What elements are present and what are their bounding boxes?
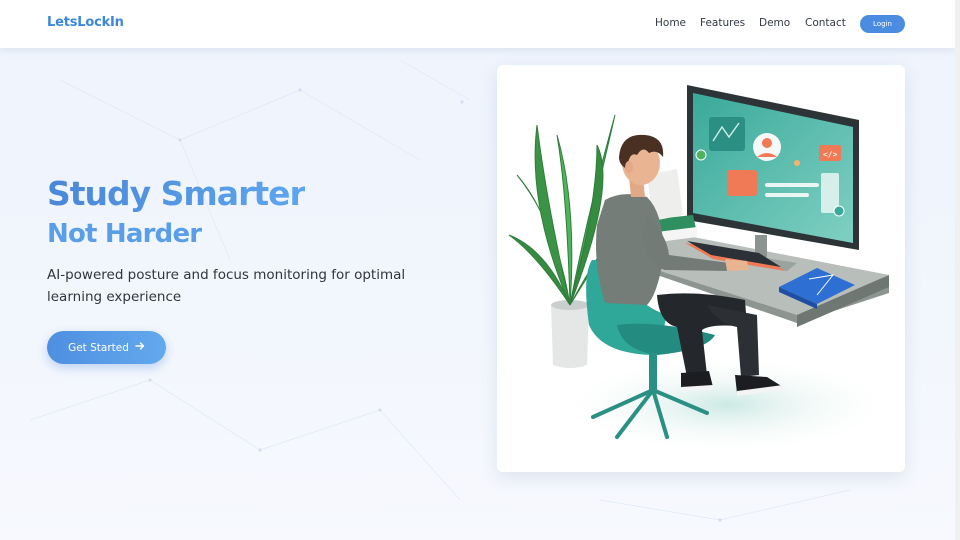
nav-link-features[interactable]: Features [700,17,745,29]
login-button[interactable]: Login [860,15,905,33]
hero-title-line2: Not Harder [47,219,202,249]
get-started-button[interactable]: Get Started [47,331,166,364]
page-scrollbar[interactable] [955,0,960,540]
hero-illustration-card: </> [497,65,905,472]
get-started-label: Get Started [68,341,129,354]
plant-pot [551,300,589,368]
nav-link-contact[interactable]: Contact [805,17,846,29]
arrow-right-icon [135,341,145,354]
hero-subtitle: AI-powered posture and focus monitoring … [47,267,406,305]
nav-link-home[interactable]: Home [655,17,686,29]
top-navbar: LetsLockIn Home Features Demo Contact Lo… [0,0,955,48]
nav-links: Home Features Demo Contact [0,17,955,31]
student-at-desk-illustration: </> [508,85,897,455]
hero-title-line1: Study Smarter [47,174,306,213]
nav-link-demo[interactable]: Demo [759,17,790,29]
screen-code-tag: </> [823,150,838,159]
